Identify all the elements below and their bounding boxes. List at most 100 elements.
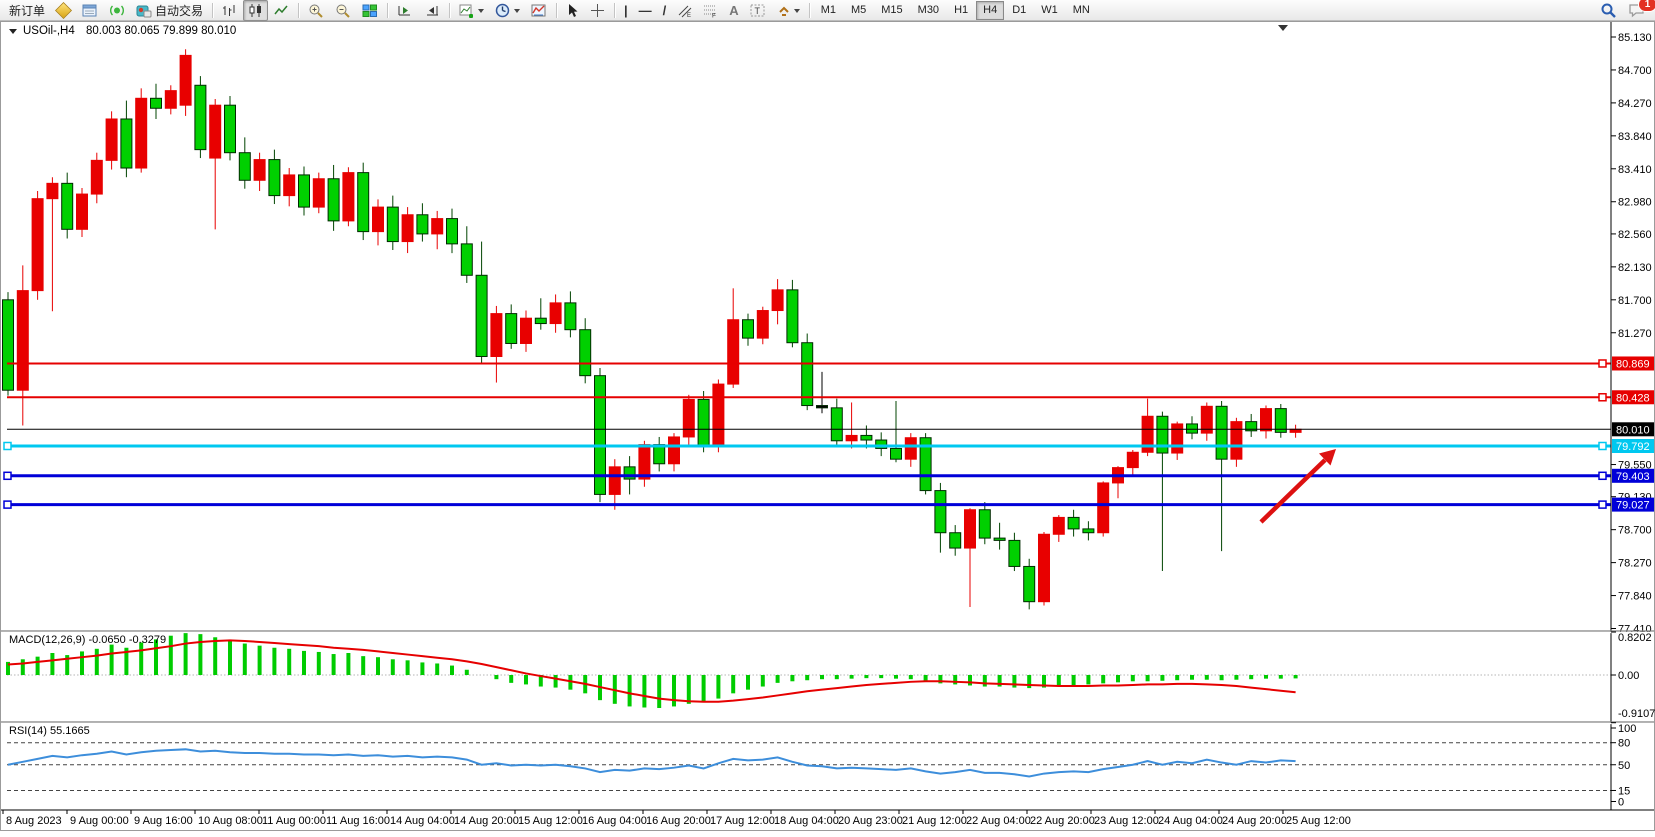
data-window-button[interactable] bbox=[77, 0, 103, 21]
timeframe-button-D1[interactable]: D1 bbox=[1005, 1, 1033, 20]
line-handle[interactable] bbox=[4, 442, 11, 449]
candle bbox=[743, 320, 754, 338]
text-label-button[interactable]: T bbox=[745, 0, 771, 21]
crosshair-button[interactable] bbox=[585, 0, 610, 21]
candle bbox=[905, 438, 916, 459]
candle bbox=[1172, 424, 1183, 453]
chart-canvas[interactable]: 85.13084.70084.27083.84083.41082.98082.5… bbox=[0, 21, 1655, 832]
time-tick-label: 25 Aug 12:00 bbox=[1286, 815, 1351, 827]
search-button[interactable] bbox=[1595, 0, 1622, 21]
strategy-tester-button[interactable] bbox=[104, 0, 130, 21]
notifications-button[interactable]: 1 bbox=[1623, 0, 1651, 21]
candle bbox=[284, 175, 295, 196]
timeframe-button-MN[interactable]: MN bbox=[1066, 1, 1097, 20]
candle bbox=[817, 406, 828, 408]
indicators-button[interactable] bbox=[454, 0, 489, 21]
time-tick-label: 24 Aug 20:00 bbox=[1222, 815, 1287, 827]
candle bbox=[994, 538, 1005, 540]
line-handle[interactable] bbox=[4, 472, 11, 479]
arrows-button[interactable] bbox=[772, 0, 805, 21]
candle bbox=[432, 219, 443, 234]
chart-shift-button[interactable] bbox=[419, 0, 445, 21]
line-handle[interactable] bbox=[1599, 394, 1606, 401]
line-chart-icon bbox=[274, 3, 289, 18]
timeframe-button-M1[interactable]: M1 bbox=[814, 1, 843, 20]
templates-button[interactable] bbox=[526, 0, 552, 21]
vertical-line-icon: | bbox=[624, 3, 628, 18]
time-tick-label: 14 Aug 04:00 bbox=[390, 815, 455, 827]
fibonacci-button[interactable]: F bbox=[698, 0, 723, 21]
channel-button[interactable]: E bbox=[672, 0, 697, 21]
candle bbox=[165, 91, 176, 109]
time-tick-label: 8 Aug 2023 bbox=[6, 815, 62, 827]
line-chart-button[interactable] bbox=[269, 0, 294, 21]
auto-scroll-icon bbox=[397, 3, 413, 18]
timeframe-button-M15[interactable]: M15 bbox=[874, 1, 909, 20]
candle bbox=[91, 160, 102, 194]
toolbar-separator bbox=[809, 3, 810, 18]
svg-text:T: T bbox=[754, 6, 760, 16]
cursor-button[interactable] bbox=[561, 0, 584, 21]
autotrading-icon bbox=[136, 3, 152, 18]
candle bbox=[1187, 424, 1198, 433]
zo om-out-button[interactable] bbox=[330, 0, 356, 21]
window-icon bbox=[82, 3, 98, 18]
horizontal-line-button[interactable]: — bbox=[634, 0, 657, 21]
svg-text:E: E bbox=[687, 13, 691, 18]
timeframe-button-W1[interactable]: W1 bbox=[1034, 1, 1065, 20]
candle bbox=[1053, 517, 1064, 534]
line-handle[interactable] bbox=[1599, 472, 1606, 479]
candle bbox=[476, 275, 487, 356]
timeframe-button-M30[interactable]: M30 bbox=[911, 1, 946, 20]
price-tick-label: 84.270 bbox=[1618, 98, 1652, 110]
tile-windows-button[interactable] bbox=[357, 0, 383, 21]
candle bbox=[861, 435, 872, 440]
time-tick-label: 11 Aug 16:00 bbox=[326, 815, 390, 827]
channel-icon: E bbox=[677, 3, 692, 18]
toolbar-separator bbox=[556, 3, 557, 18]
timeframe-button-M5[interactable]: M5 bbox=[844, 1, 873, 20]
price-line-label: 79.027 bbox=[1616, 500, 1650, 512]
candle bbox=[669, 437, 680, 464]
timeframe-button-H1[interactable]: H1 bbox=[947, 1, 975, 20]
autotrading-button[interactable]: 自动交易 bbox=[131, 0, 208, 21]
line-handle[interactable] bbox=[1599, 442, 1606, 449]
bar-chart-button[interactable] bbox=[217, 0, 242, 21]
rsi-axis-label: 50 bbox=[1618, 760, 1630, 772]
candle bbox=[491, 314, 502, 357]
vertical-line-button[interactable]: | bbox=[619, 0, 633, 21]
candle bbox=[1098, 483, 1109, 533]
macd-axis-label: 0.8202 bbox=[1618, 632, 1652, 644]
candle bbox=[32, 199, 43, 291]
line-handle[interactable] bbox=[4, 501, 11, 508]
zoom-in-button[interactable] bbox=[303, 0, 329, 21]
candle bbox=[506, 314, 517, 344]
candle bbox=[802, 343, 813, 406]
candle bbox=[269, 160, 280, 196]
trendline-icon: / bbox=[663, 3, 667, 18]
periods-button[interactable] bbox=[490, 0, 525, 21]
candle bbox=[417, 215, 428, 234]
text-button[interactable]: A bbox=[724, 0, 743, 21]
candle bbox=[1068, 517, 1079, 528]
time-tick-label: 24 Aug 04:00 bbox=[1158, 815, 1223, 827]
candlestick-chart-icon bbox=[248, 3, 263, 18]
new-order-button[interactable]: 新订单 bbox=[4, 0, 50, 21]
line-handle[interactable] bbox=[1599, 501, 1606, 508]
line-handle[interactable] bbox=[1599, 360, 1606, 367]
price-tick-label: 78.270 bbox=[1618, 558, 1652, 570]
candle bbox=[17, 291, 28, 391]
toolbar-separator bbox=[449, 3, 450, 18]
market-watch-button[interactable] bbox=[51, 0, 76, 21]
trendline-button[interactable]: / bbox=[658, 0, 672, 21]
candle bbox=[713, 384, 724, 446]
candle bbox=[565, 303, 576, 330]
candle bbox=[195, 85, 206, 149]
chart-shift-icon bbox=[424, 3, 440, 18]
candlestick-chart-button[interactable] bbox=[243, 0, 268, 21]
auto-scroll-button[interactable] bbox=[392, 0, 418, 21]
candle bbox=[1024, 566, 1035, 601]
timeframe-button-H4[interactable]: H4 bbox=[976, 1, 1004, 20]
chart-title[interactable]: USOil-,H4 80.003 80.065 79.899 80.010 bbox=[9, 25, 236, 37]
text-icon: A bbox=[729, 3, 738, 18]
